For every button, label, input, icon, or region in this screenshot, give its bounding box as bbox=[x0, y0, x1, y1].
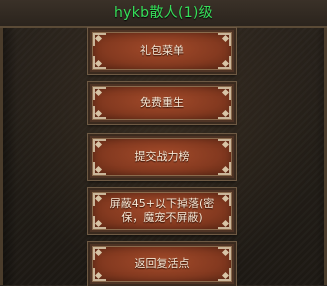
corner-ornament-icon bbox=[218, 33, 231, 46]
corner-ornament-icon bbox=[218, 162, 231, 175]
corner-ornament-icon bbox=[93, 33, 106, 46]
title-bar: hykb散人(1)级 bbox=[0, 0, 327, 28]
submit-power-ranking-button[interactable]: 提交战力榜 bbox=[87, 133, 237, 181]
corner-ornament-icon bbox=[93, 216, 106, 229]
corner-ornament-icon bbox=[93, 139, 106, 152]
player-title: hykb散人(1)级 bbox=[114, 5, 213, 21]
free-rebirth-label: 免费重生 bbox=[140, 96, 184, 109]
return-respawn-button[interactable]: 返回复活点 bbox=[87, 241, 237, 286]
return-respawn-label: 返回复活点 bbox=[134, 257, 190, 270]
corner-ornament-icon bbox=[93, 193, 106, 206]
corner-ornament-icon bbox=[218, 216, 231, 229]
gift-menu-label: 礼包菜单 bbox=[140, 44, 184, 57]
corner-ornament-icon bbox=[218, 139, 231, 152]
free-rebirth-button[interactable]: 免费重生 bbox=[87, 81, 237, 125]
corner-ornament-icon bbox=[218, 106, 231, 119]
block-drops-button[interactable]: 屏蔽45+以下掉落(密保，魔宠不屏蔽) bbox=[87, 187, 237, 235]
corner-ornament-icon bbox=[93, 268, 106, 281]
corner-ornament-icon bbox=[218, 193, 231, 206]
corner-ornament-icon bbox=[93, 162, 106, 175]
corner-ornament-icon bbox=[93, 87, 106, 100]
block-drops-label: 屏蔽45+以下掉落(密保，魔宠不屏蔽) bbox=[109, 197, 215, 224]
gift-menu-button[interactable]: 礼包菜单 bbox=[87, 27, 237, 75]
submit-power-ranking-label: 提交战力榜 bbox=[134, 150, 190, 163]
corner-ornament-icon bbox=[218, 247, 231, 260]
corner-ornament-icon bbox=[218, 56, 231, 69]
corner-ornament-icon bbox=[93, 56, 106, 69]
corner-ornament-icon bbox=[93, 106, 106, 119]
corner-ornament-icon bbox=[218, 87, 231, 100]
corner-ornament-icon bbox=[218, 268, 231, 281]
corner-ornament-icon bbox=[93, 247, 106, 260]
